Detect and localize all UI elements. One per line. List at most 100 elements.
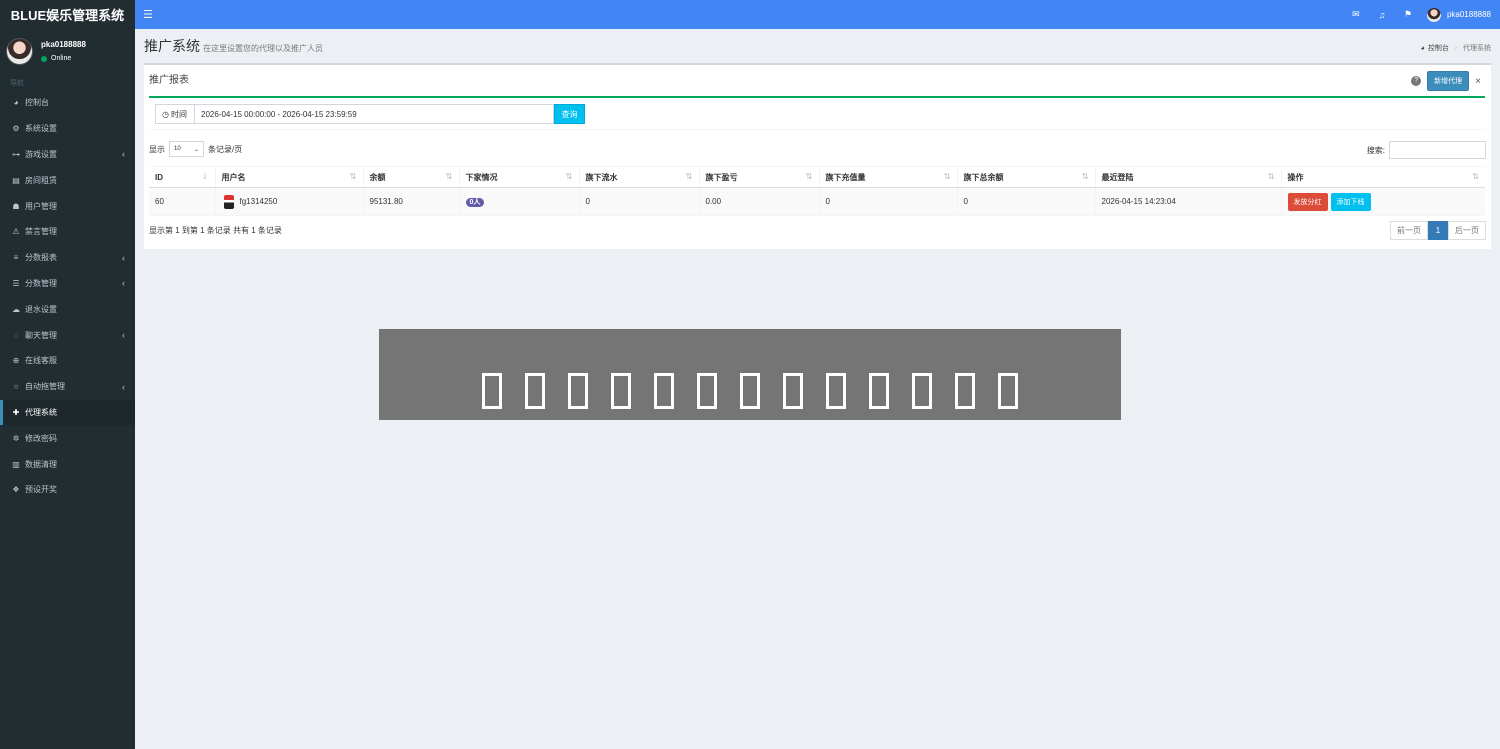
sort-icon: ⇅	[565, 172, 573, 181]
user-avatar-icon	[223, 194, 234, 209]
missing-glyph-icon	[955, 372, 975, 409]
users-icon: ☗	[12, 201, 20, 211]
bell-icon[interactable]: ♫	[1369, 10, 1395, 20]
sort-icon: ⇅	[1267, 172, 1275, 181]
question-icon[interactable]: ?	[1411, 76, 1422, 86]
col-label: 旗下盈亏	[705, 172, 738, 182]
clock-icon: ◷	[162, 109, 169, 119]
missing-glyph-icon	[654, 372, 674, 409]
distribute-dividend-button[interactable]: 发放分红	[1287, 192, 1328, 211]
trash-icon: ▥	[12, 459, 20, 469]
logo-text: BLUE娱乐管理系统	[10, 8, 125, 23]
document-icon: ▤	[12, 175, 20, 185]
menu-toggle-icon[interactable]: ☰	[143, 8, 153, 21]
col-label: 旗下流水	[585, 172, 618, 182]
prev-page-button[interactable]: 前一页	[1390, 221, 1428, 240]
col-label: 下家情况	[465, 172, 498, 182]
col-actions[interactable]: 操作 ⇅	[1280, 166, 1485, 188]
sidebar-item-online-support[interactable]: ⊕ 在线客服	[0, 348, 135, 374]
col-id[interactable]: ID ⇃	[149, 166, 215, 188]
online-dot-icon	[41, 55, 47, 62]
query-button[interactable]: 查询	[554, 104, 585, 124]
missing-glyph-icon	[912, 372, 932, 409]
col-total-balance[interactable]: 旗下总余额 ⇅	[956, 166, 1095, 188]
sidebar-item-chat-management[interactable]: ◌ 聊天管理 ‹	[0, 322, 135, 348]
close-icon[interactable]: ×	[1475, 76, 1481, 87]
page-1-button[interactable]: 1	[1428, 221, 1448, 240]
missing-glyph-icon	[869, 372, 889, 409]
new-agent-button[interactable]: 新增代理	[1427, 71, 1470, 91]
missing-glyph-icon	[568, 372, 588, 409]
search-input[interactable]	[1389, 141, 1486, 159]
page-length-select[interactable]: 10 ⌄	[169, 141, 204, 157]
downline-badge[interactable]: 0人	[465, 197, 485, 207]
app-logo[interactable]: BLUE娱乐管理系统	[0, 0, 135, 29]
avatar	[6, 38, 33, 65]
nav-header: 导航	[10, 80, 24, 87]
filter-label-text: 时间	[170, 109, 187, 119]
col-recharge[interactable]: 旗下充值量 ⇅	[818, 166, 957, 188]
sidebar-item-data-cleanup[interactable]: ▥ 数据清理	[0, 451, 135, 477]
sidebar-item-game-settings[interactable]: ⊶ 游戏设置 ‹	[0, 142, 135, 168]
top-user-menu[interactable]: pka0188888	[1426, 7, 1491, 22]
database-icon: ☰	[12, 278, 20, 288]
cell-downline: 0人	[458, 187, 579, 216]
breadcrumb-current: 代理系统	[1463, 45, 1491, 52]
next-page-button[interactable]: 后一页	[1448, 221, 1486, 240]
missing-glyph-icon	[482, 372, 502, 409]
sidebar-item-label: 预设开奖	[25, 485, 57, 495]
table-info: 显示第 1 到第 1 条记录 共有 1 条记录	[149, 226, 282, 235]
user-panel: pka0188888 Online	[0, 33, 135, 70]
sidebar-item-user-management[interactable]: ☗ 用户管理	[0, 193, 135, 219]
sidebar-item-score-report[interactable]: ≡ 分数报表 ‹	[0, 245, 135, 271]
user-name: pka0188888	[41, 39, 86, 49]
flag-icon[interactable]: ⚑	[1395, 9, 1421, 20]
mail-icon[interactable]: ✉	[1343, 9, 1369, 20]
sidebar-item-mute-management[interactable]: ⚠ 禁言管理	[0, 219, 135, 245]
status-text: Online	[51, 54, 72, 62]
col-label: 用户名	[221, 172, 246, 182]
sidebar-item-label: 分数报表	[25, 253, 57, 263]
pagination: 前一页 1 后一页	[1390, 221, 1486, 240]
col-profit[interactable]: 旗下盈亏 ⇅	[698, 166, 819, 188]
table-header-row: ID ⇃ 用户名 ⇅ 余额 ⇅ 下家情况 ⇅ 旗下流水 ⇅ 旗下盈亏 ⇅ 旗下充值量 ⇅ 旗下…	[149, 166, 1485, 188]
list-icon: ≡	[13, 253, 19, 263]
length-value: 10	[174, 146, 181, 152]
cell-id: 60	[149, 187, 215, 216]
col-label: 余额	[369, 172, 386, 182]
sidebar-item-label: 禁言管理	[25, 227, 57, 237]
add-downline-button[interactable]: 添加下线	[1330, 192, 1371, 211]
col-balance[interactable]: 余额 ⇅	[362, 166, 459, 188]
sidebar-item-label: 修改密码	[25, 433, 57, 443]
sidebar-item-room-rental[interactable]: ▤ 房间租赁	[0, 167, 135, 193]
sidebar-item-label: 自动拖管理	[25, 382, 65, 392]
col-label: 旗下充值量	[825, 172, 866, 182]
col-downline[interactable]: 下家情况 ⇅	[458, 166, 579, 188]
col-flow[interactable]: 旗下流水 ⇅	[578, 166, 699, 188]
sidebar-item-agent-system[interactable]: ✚ 代理系统	[0, 399, 135, 426]
missing-glyph-icon	[611, 372, 631, 409]
cell-recharge: 0	[818, 187, 957, 216]
sidebar-item-change-password[interactable]: ✲ 修改密码	[0, 425, 135, 451]
divider	[149, 129, 1485, 130]
dashboard-icon: ◕	[13, 98, 19, 108]
chevron-left-icon: ‹	[122, 278, 125, 289]
date-range-input[interactable]: 2026-04-15 00:00:00 - 2026-04-15 23:59:5…	[195, 104, 554, 124]
filter-label: ◷ 时间	[155, 104, 195, 124]
sidebar-item-label: 代理系统	[25, 407, 57, 417]
sidebar-item-score-management[interactable]: ☰ 分数管理 ‹	[0, 271, 135, 297]
sidebar-item-preset-draw[interactable]: ❖ 预设开奖	[0, 477, 135, 503]
sidebar-item-rebate-settings[interactable]: ☁ 退水设置	[0, 296, 135, 322]
page-subtitle: 在这里设置您的代理以及推广人员	[203, 44, 323, 53]
page-length: 显示 10 ⌄ 条记录/页	[149, 141, 242, 157]
col-last-login[interactable]: 最近登陆 ⇅	[1094, 166, 1281, 188]
sidebar-item-system-settings[interactable]: ⚙ 系统设置	[0, 116, 135, 142]
sidebar-item-auto-management[interactable]: ○ 自动拖管理 ‹	[0, 374, 135, 400]
breadcrumb-home[interactable]: 控制台	[1428, 43, 1449, 53]
sidebar-item-dashboard[interactable]: ◕ 控制台	[0, 90, 135, 116]
search-label: 搜索:	[1366, 145, 1385, 155]
page-title: 推广系统	[144, 38, 200, 54]
col-label: ID	[155, 172, 163, 182]
col-username[interactable]: 用户名 ⇅	[214, 166, 363, 188]
cubes-icon: ❖	[12, 485, 20, 495]
